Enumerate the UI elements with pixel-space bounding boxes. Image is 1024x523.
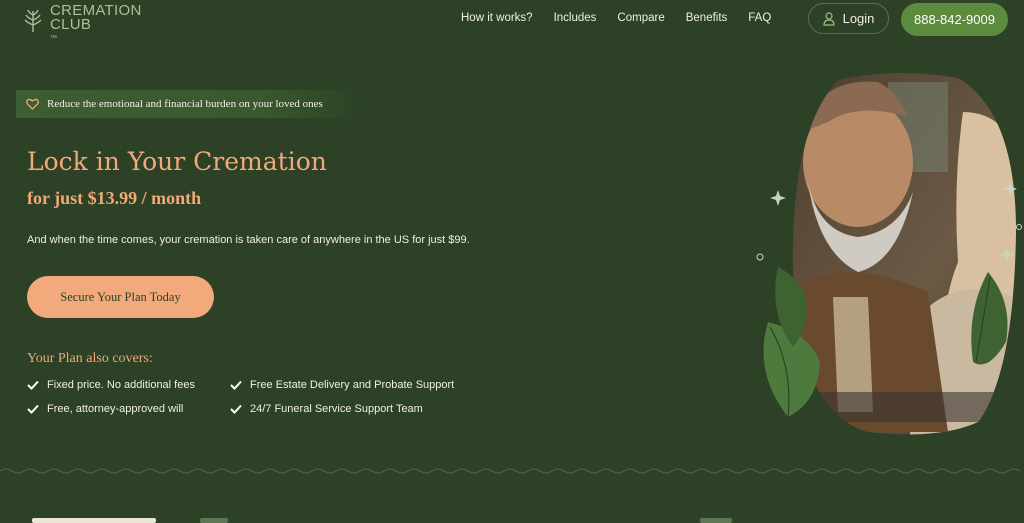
wave-divider <box>0 468 1021 474</box>
feature-item: 24/7 Funeral Service Support Team <box>230 403 423 415</box>
feature-item: Free Estate Delivery and Probate Support <box>230 379 454 391</box>
secure-plan-button[interactable]: Secure Your Plan Today <box>27 276 214 318</box>
check-icon <box>27 380 39 390</box>
check-icon <box>230 380 242 390</box>
nav-benefits[interactable]: Benefits <box>686 12 728 24</box>
nav-includes[interactable]: Includes <box>554 12 597 24</box>
hero-photo <box>756 72 1022 435</box>
feature-label: 24/7 Funeral Service Support Team <box>250 403 423 415</box>
trademark: ™ <box>50 35 58 42</box>
login-button[interactable]: Login <box>808 3 889 34</box>
main-nav: How it works? Includes Compare Benefits … <box>461 12 792 24</box>
bottom-card-edge <box>32 518 156 523</box>
bottom-card-edge <box>200 518 228 523</box>
feature-label: Free Estate Delivery and Probate Support <box>250 379 455 391</box>
feature-label: Free, attorney-approved will <box>47 403 184 415</box>
heart-icon <box>26 98 39 110</box>
check-icon <box>27 404 39 414</box>
hero-title: Lock in Your Cremation <box>27 147 327 176</box>
feature-label: Fixed price. No additional fees <box>47 379 195 391</box>
nav-how-it-works[interactable]: How it works? <box>461 12 533 24</box>
check-icon <box>230 404 242 414</box>
logo-text: CREMATION CLUB ™ <box>50 3 142 46</box>
logo[interactable]: CREMATION CLUB ™ <box>22 3 142 46</box>
hero-banner: Reduce the emotional and financial burde… <box>16 90 361 118</box>
hero-description: And when the time comes, your cremation … <box>27 234 470 246</box>
banner-text: Reduce the emotional and financial burde… <box>47 98 323 110</box>
hero-subtitle: for just $13.99 / month <box>27 188 202 208</box>
wheat-logo-icon <box>24 9 42 32</box>
feature-item: Free, attorney-approved will <box>27 403 183 415</box>
phone-button[interactable]: 888-842-9009 <box>901 3 1008 36</box>
feature-item: Fixed price. No additional fees <box>27 379 195 391</box>
logo-line-2: CLUB <box>50 16 92 33</box>
login-label: Login <box>842 11 875 26</box>
bottom-card-edge <box>700 518 732 523</box>
nav-faq[interactable]: FAQ <box>748 12 771 24</box>
site-header: CREMATION CLUB ™ How it works? Includes C… <box>0 0 1024 42</box>
covers-title: Your Plan also covers: <box>27 351 153 366</box>
nav-compare[interactable]: Compare <box>617 12 664 24</box>
user-icon <box>822 11 835 26</box>
